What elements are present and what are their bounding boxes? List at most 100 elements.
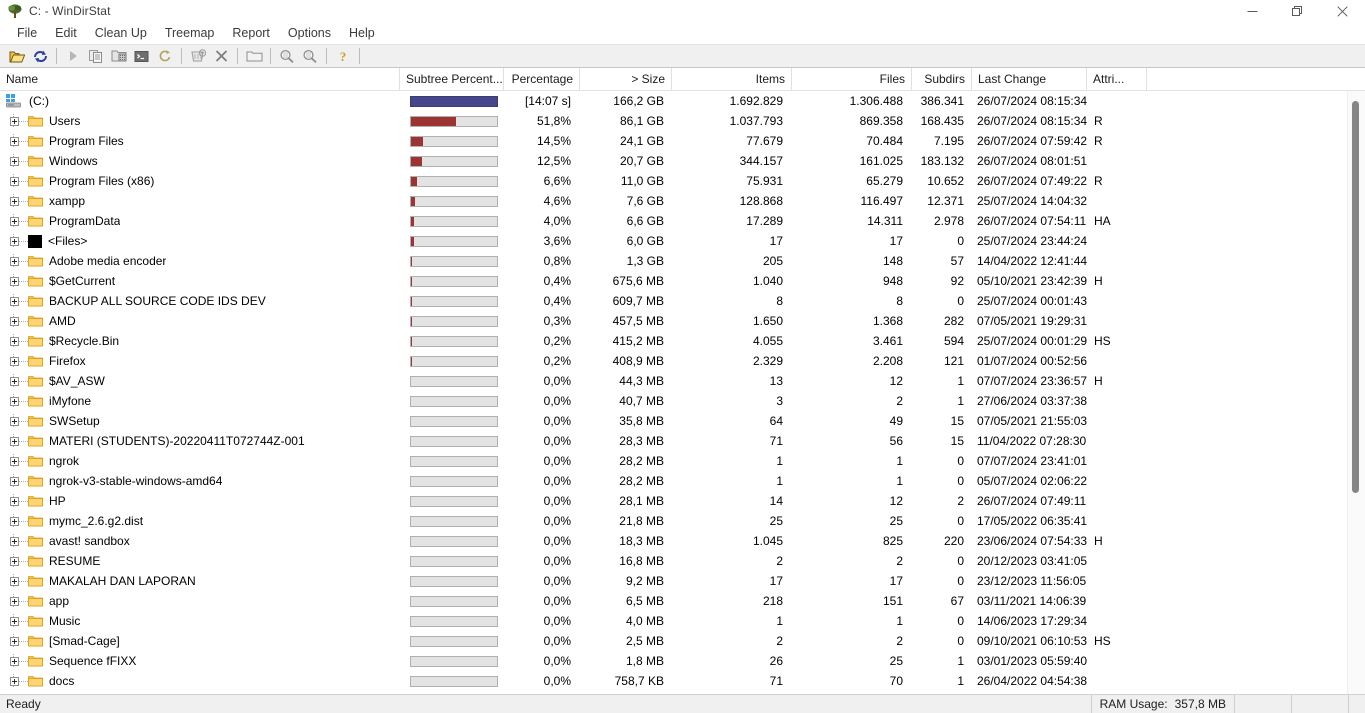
table-row[interactable]: (C:) [14:07 s] 166,2 GB 1.692.829 1.306.488 3…: [0, 91, 1347, 111]
row-name-cell[interactable]: <Files>: [0, 234, 400, 248]
column-header-last-change[interactable]: Last Change: [972, 68, 1087, 90]
expand-toggle[interactable]: [10, 216, 19, 226]
column-header-subtree-percent[interactable]: Subtree Percent...: [400, 68, 504, 90]
table-row[interactable]: Sequence fFIXX 0,0% 1,8 MB 26 25 1 03/01/2023 …: [0, 651, 1347, 671]
menu-help[interactable]: Help: [340, 23, 384, 43]
table-row[interactable]: iMyfone 0,0% 40,7 MB 3 2 1 27/06/2024 03:37:38: [0, 391, 1347, 411]
expand-toggle[interactable]: [10, 396, 19, 406]
table-row[interactable]: ngrok-v3-stable-windows-amd64 0,0% 28,2 MB…: [0, 471, 1347, 491]
menu-treemap[interactable]: Treemap: [156, 23, 224, 43]
minimize-button[interactable]: [1230, 0, 1275, 22]
row-name-cell[interactable]: docs: [0, 674, 400, 688]
table-row[interactable]: $GetCurrent 0,4% 675,6 MB 1.040 948 92 05/10/2…: [0, 271, 1347, 291]
expand-toggle[interactable]: [10, 236, 19, 246]
table-row[interactable]: Adobe media encoder 0,8% 1,3 GB 205 148 57 14/…: [0, 251, 1347, 271]
expand-toggle[interactable]: [10, 636, 19, 646]
row-name-cell[interactable]: [Smad-Cage]: [0, 634, 400, 648]
scrollbar-thumb[interactable]: [1352, 100, 1359, 493]
row-name-cell[interactable]: HP: [0, 494, 400, 508]
expand-toggle[interactable]: [10, 296, 19, 306]
row-name-cell[interactable]: avast! sandbox: [0, 534, 400, 548]
expand-toggle[interactable]: [10, 536, 19, 546]
column-header-files[interactable]: Files: [792, 68, 912, 90]
row-name-cell[interactable]: Sequence fFIXX: [0, 654, 400, 668]
row-name-cell[interactable]: iMyfone: [0, 394, 400, 408]
table-row[interactable]: avast! sandbox 0,0% 18,3 MB 1.045 825 220 23/0…: [0, 531, 1347, 551]
expand-toggle[interactable]: [10, 456, 19, 466]
row-name-cell[interactable]: $AV_ASW: [0, 374, 400, 388]
expand-toggle[interactable]: [10, 656, 19, 666]
menu-clean-up[interactable]: Clean Up: [86, 23, 156, 43]
column-header-attributes[interactable]: Attri...: [1087, 68, 1147, 90]
row-name-cell[interactable]: $Recycle.Bin: [0, 334, 400, 348]
column-header-percentage[interactable]: Percentage: [504, 68, 580, 90]
row-name-cell[interactable]: Firefox: [0, 354, 400, 368]
expand-toggle[interactable]: [10, 616, 19, 626]
expand-toggle[interactable]: [10, 556, 19, 566]
table-row[interactable]: Users 51,8% 86,1 GB 1.037.793 869.358 168.435…: [0, 111, 1347, 131]
column-header-subdirs[interactable]: Subdirs: [912, 68, 972, 90]
row-name-cell[interactable]: RESUME: [0, 554, 400, 568]
row-name-cell[interactable]: MAKALAH DAN LAPORAN: [0, 574, 400, 588]
row-name-cell[interactable]: mymc_2.6.g2.dist: [0, 514, 400, 528]
row-name-cell[interactable]: AMD: [0, 314, 400, 328]
expand-toggle[interactable]: [10, 156, 19, 166]
expand-toggle[interactable]: [10, 676, 19, 686]
expand-toggle[interactable]: [10, 476, 19, 486]
table-row[interactable]: Firefox 0,2% 408,9 MB 2.329 2.208 121 01/07/20…: [0, 351, 1347, 371]
resize-grip[interactable]: [1348, 695, 1365, 713]
table-row[interactable]: <Files> 3,6% 6,0 GB 17 17 0 25/07/2024 23:44:2…: [0, 231, 1347, 251]
table-row[interactable]: HP 0,0% 28,1 MB 14 12 2 26/07/2024 07:49:11: [0, 491, 1347, 511]
row-name-cell[interactable]: BACKUP ALL SOURCE CODE IDS DEV: [0, 294, 400, 308]
table-row[interactable]: MAKALAH DAN LAPORAN 0,0% 9,2 MB 17 17 0 23/12/…: [0, 571, 1347, 591]
table-row[interactable]: SWSetup 0,0% 35,8 MB 64 49 15 07/05/2021 21:55…: [0, 411, 1347, 431]
help-icon[interactable]: ?: [332, 46, 354, 66]
expand-toggle[interactable]: [10, 376, 19, 386]
table-row[interactable]: [Smad-Cage] 0,0% 2,5 MB 2 2 0 09/10/2021 06:10…: [0, 631, 1347, 651]
menu-report[interactable]: Report: [223, 23, 279, 43]
table-row[interactable]: ProgramData 4,0% 6,6 GB 17.289 14.311 2.978 26…: [0, 211, 1347, 231]
menu-edit[interactable]: Edit: [46, 23, 86, 43]
open-folder-icon[interactable]: [6, 46, 28, 66]
table-row[interactable]: $AV_ASW 0,0% 44,3 MB 13 12 1 07/07/2024 23:36:…: [0, 371, 1347, 391]
row-name-cell[interactable]: ngrok: [0, 454, 400, 468]
expand-toggle[interactable]: [10, 416, 19, 426]
column-header-size[interactable]: > Size: [580, 68, 672, 90]
column-header-items[interactable]: Items: [672, 68, 792, 90]
expand-toggle[interactable]: [10, 596, 19, 606]
table-row[interactable]: Program Files 14,5% 24,1 GB 77.679 70.484 7.1…: [0, 131, 1347, 151]
row-name-cell[interactable]: (C:): [0, 94, 400, 108]
row-name-cell[interactable]: Users: [0, 114, 400, 128]
row-name-cell[interactable]: Program Files: [0, 134, 400, 148]
expand-toggle[interactable]: [10, 256, 19, 266]
table-row[interactable]: xampp 4,6% 7,6 GB 128.868 116.497 12.371 25/07…: [0, 191, 1347, 211]
expand-toggle[interactable]: [10, 176, 19, 186]
table-row[interactable]: Music 0,0% 4,0 MB 1 1 0 14/06/2023 17:29:34: [0, 611, 1347, 631]
column-header-name[interactable]: Name: [0, 68, 400, 90]
expand-toggle[interactable]: [10, 576, 19, 586]
menu-options[interactable]: Options: [279, 23, 340, 43]
row-name-cell[interactable]: SWSetup: [0, 414, 400, 428]
close-button[interactable]: [1320, 0, 1365, 22]
table-row[interactable]: RESUME 0,0% 16,8 MB 2 2 0 20/12/2023 03:41:05: [0, 551, 1347, 571]
maximize-restore-button[interactable]: [1275, 0, 1320, 22]
expand-toggle[interactable]: [10, 336, 19, 346]
menu-file[interactable]: File: [8, 23, 46, 43]
vertical-scrollbar[interactable]: [1347, 91, 1365, 694]
expand-toggle[interactable]: [10, 436, 19, 446]
expand-toggle[interactable]: [10, 116, 19, 126]
row-name-cell[interactable]: Adobe media encoder: [0, 254, 400, 268]
table-row[interactable]: app 0,0% 6,5 MB 218 151 67 03/11/2021 14:06:39: [0, 591, 1347, 611]
row-name-cell[interactable]: Windows: [0, 154, 400, 168]
row-name-cell[interactable]: Music: [0, 614, 400, 628]
table-row[interactable]: docs 0,0% 758,7 KB 71 70 1 26/04/2022 04:54:38: [0, 671, 1347, 691]
row-name-cell[interactable]: ProgramData: [0, 214, 400, 228]
table-row[interactable]: AMD 0,3% 457,5 MB 1.650 1.368 282 07/05/2021 1…: [0, 311, 1347, 331]
expand-toggle[interactable]: [10, 316, 19, 326]
row-name-cell[interactable]: xampp: [0, 194, 400, 208]
expand-toggle[interactable]: [10, 516, 19, 526]
table-row[interactable]: $Recycle.Bin 0,2% 415,2 MB 4.055 3.461 594 25/…: [0, 331, 1347, 351]
table-row[interactable]: BACKUP ALL SOURCE CODE IDS DEV 0,4% 609,7 …: [0, 291, 1347, 311]
table-row[interactable]: Windows 12,5% 20,7 GB 344.157 161.025 183.132…: [0, 151, 1347, 171]
row-name-cell[interactable]: $GetCurrent: [0, 274, 400, 288]
